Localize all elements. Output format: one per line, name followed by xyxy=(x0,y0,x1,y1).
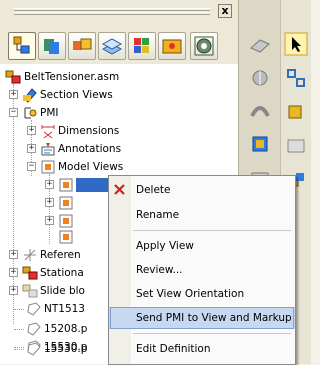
part-tool-icon[interactable] xyxy=(284,100,308,124)
menu-item-label: Delete xyxy=(136,184,171,196)
menu-separator xyxy=(133,333,291,334)
menu-item-label: Send PMI to View and Markup xyxy=(136,312,292,324)
menu-item-label: Rename xyxy=(136,209,180,221)
tree-line xyxy=(14,347,24,348)
collapse-icon[interactable]: − xyxy=(27,162,36,171)
tab-pathfinder[interactable] xyxy=(8,32,36,60)
menu-item-set-view-orientation[interactable]: Set View Orientation xyxy=(109,283,295,305)
pmi-icon xyxy=(24,107,37,119)
sweep-tool-icon[interactable] xyxy=(248,98,272,122)
menu-item-label: Apply View xyxy=(136,240,194,252)
expand-icon[interactable]: + xyxy=(27,126,36,135)
tree-line xyxy=(14,329,24,330)
panel-grip-line xyxy=(14,12,210,15)
expand-icon[interactable]: + xyxy=(9,268,18,277)
model-view-icon xyxy=(59,178,73,192)
pathfinder-tree-icon xyxy=(13,36,30,54)
expand-icon[interactable]: + xyxy=(45,198,54,207)
tree-label-part: 15530.p xyxy=(44,343,88,355)
sensors-icon xyxy=(162,39,182,54)
tree-line xyxy=(14,349,24,350)
tree-label-stationary: Stationa xyxy=(40,267,84,279)
tab-settings[interactable] xyxy=(190,32,218,60)
section-views-icon xyxy=(23,88,37,103)
expand-icon[interactable]: + xyxy=(9,286,18,295)
menu-item-send-pmi[interactable]: Send PMI to View and Markup xyxy=(109,307,295,329)
annotations-icon xyxy=(41,143,55,156)
part-icon xyxy=(27,322,41,336)
collapse-icon[interactable]: − xyxy=(9,108,18,117)
plane-tool-icon[interactable] xyxy=(248,34,272,58)
tree-label-section-views: Section Views xyxy=(40,89,113,101)
menu-item-edit-definition[interactable]: Edit Definition xyxy=(109,338,295,360)
model-view-icon xyxy=(59,196,73,210)
panel-tab-bar xyxy=(0,20,238,65)
expand-icon[interactable]: + xyxy=(45,216,54,225)
gear-icon xyxy=(194,36,214,56)
delete-icon xyxy=(114,184,125,195)
menu-item-rename[interactable]: Rename xyxy=(109,204,295,226)
menu-item-apply-view[interactable]: Apply View xyxy=(109,235,295,257)
expand-icon[interactable]: + xyxy=(9,90,18,99)
tab-sensors[interactable] xyxy=(158,32,186,60)
menu-item-delete[interactable]: Delete xyxy=(109,179,295,201)
tree-label-slide: Slide blo xyxy=(40,285,85,297)
pattern-tool-icon[interactable] xyxy=(284,66,308,90)
view-tool-icon[interactable] xyxy=(284,134,308,158)
subassembly-icon xyxy=(22,266,38,280)
tab-layers[interactable] xyxy=(98,32,126,60)
tree-label-reference: Referen xyxy=(40,249,81,261)
menu-item-label: Edit Definition xyxy=(136,343,211,355)
tree-label-root: BeltTensioner.asm xyxy=(24,71,120,83)
tree-row-model-view[interactable]: + xyxy=(0,194,108,212)
reference-planes-icon xyxy=(24,249,36,261)
tree-label-pmi: PMI xyxy=(40,107,59,119)
tree-label-model-views: Model Views xyxy=(58,161,124,173)
dimensions-icon xyxy=(41,125,55,139)
tab-zones[interactable] xyxy=(128,32,156,60)
expand-icon[interactable]: + xyxy=(27,144,36,153)
model-views-icon xyxy=(41,160,55,174)
tree-row-model-view[interactable]: + xyxy=(0,176,112,194)
tree-label-annotations: Annotations xyxy=(58,143,122,155)
menu-item-label: Review... xyxy=(136,264,183,276)
tree-label-part: 15208.p xyxy=(44,323,88,335)
selection-highlight xyxy=(76,178,112,192)
tree-line xyxy=(14,309,24,310)
select-arrow-icon[interactable] xyxy=(284,32,308,56)
model-view-icon xyxy=(59,230,73,244)
tree-row-model-view[interactable] xyxy=(0,228,108,246)
expand-icon[interactable]: + xyxy=(45,180,54,189)
expand-icon[interactable]: + xyxy=(9,250,18,259)
box-tool-icon[interactable] xyxy=(248,132,272,156)
close-icon[interactable]: x xyxy=(218,4,232,18)
tab-library[interactable] xyxy=(38,32,66,60)
revolve-tool-icon[interactable] xyxy=(248,66,272,90)
assembly-icon xyxy=(5,70,21,84)
layers-icon xyxy=(101,38,123,55)
menu-item-review[interactable]: Review... xyxy=(109,259,295,281)
part-icon xyxy=(27,342,41,356)
tree-label-part: NT1513 xyxy=(44,303,85,315)
library-icon xyxy=(44,39,59,54)
model-view-icon xyxy=(59,214,73,228)
panel-title-bar: x xyxy=(0,0,238,21)
menu-item-label: Set View Orientation xyxy=(136,288,245,300)
subassembly-faded-icon xyxy=(22,284,38,298)
zones-icon xyxy=(134,38,149,53)
menu-separator xyxy=(133,230,291,231)
parts-icon xyxy=(73,38,92,50)
panel-grip[interactable] xyxy=(14,8,210,11)
tab-parts[interactable] xyxy=(68,32,96,60)
context-menu: Delete Rename Apply View Review... Set V… xyxy=(108,175,296,365)
part-icon xyxy=(27,302,41,316)
tree-label-dimensions: Dimensions xyxy=(58,125,120,137)
